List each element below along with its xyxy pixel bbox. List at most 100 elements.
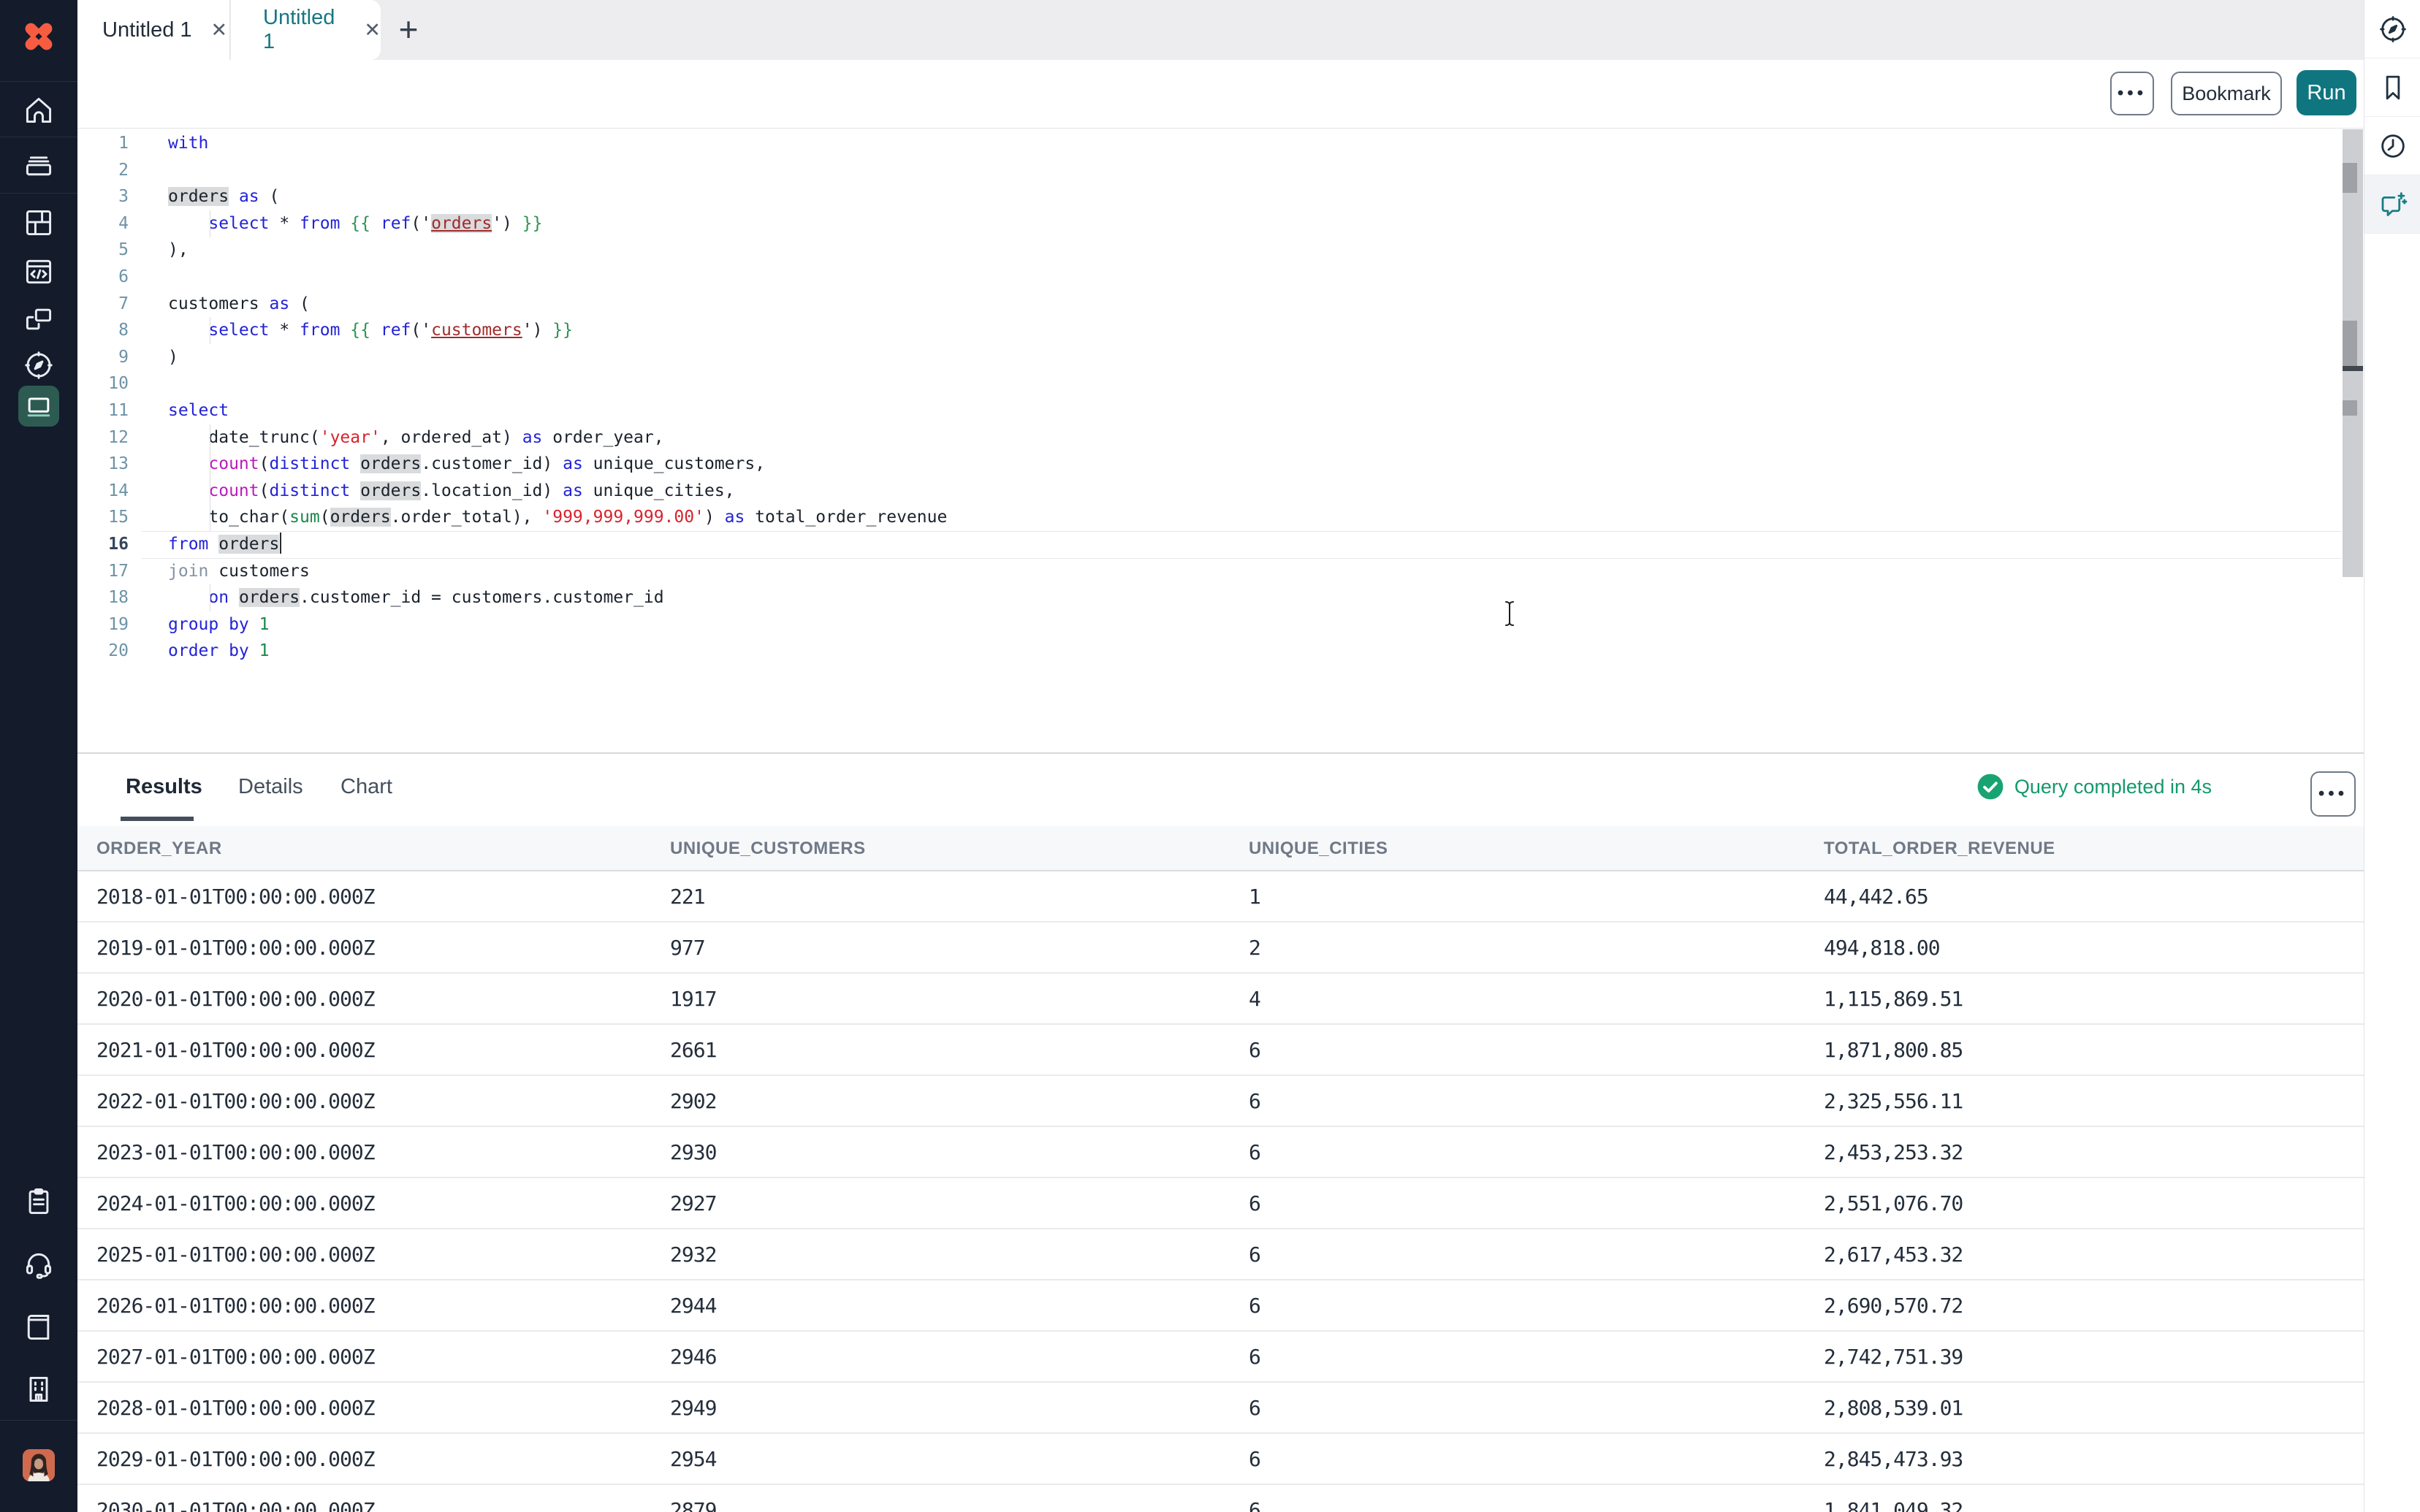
run-button[interactable]: Run bbox=[2297, 70, 2356, 115]
code-token: , ordered_at) bbox=[381, 428, 522, 447]
table-cell: 2022-01-01T00:00:00.000Z bbox=[96, 1076, 375, 1126]
tab-results[interactable]: Results bbox=[126, 754, 202, 820]
history-clock-icon[interactable] bbox=[2364, 117, 2420, 175]
sql-editor[interactable]: 1234567891011121314151617181920 withorde… bbox=[77, 129, 2364, 752]
table-row[interactable]: 2019-01-01T00:00:00.000Z9772494,818.00 bbox=[77, 923, 2364, 974]
ai-assistant-icon[interactable] bbox=[2364, 175, 2420, 234]
windows-icon[interactable] bbox=[23, 303, 55, 335]
table-cell: 494,818.00 bbox=[1824, 923, 1940, 972]
headset-support-icon[interactable] bbox=[23, 1249, 55, 1281]
table-cell: 221 bbox=[670, 871, 705, 921]
new-tab-button[interactable]: + bbox=[388, 9, 429, 50]
code-token: '999,999,999.00' bbox=[542, 508, 704, 527]
table-row[interactable]: 2023-01-01T00:00:00.000Z293062,453,253.3… bbox=[77, 1127, 2364, 1178]
code-line[interactable]: group by 1 bbox=[168, 611, 2335, 638]
code-editor-icon[interactable] bbox=[23, 256, 55, 288]
sidebar-divider bbox=[0, 1420, 77, 1421]
code-line[interactable]: select * from {{ ref('orders') }} bbox=[168, 210, 2335, 237]
code-line[interactable]: ) bbox=[168, 344, 2335, 371]
table-row[interactable]: 2018-01-01T00:00:00.000Z221144,442.65 bbox=[77, 871, 2364, 923]
code-line[interactable]: select bbox=[168, 397, 2335, 424]
column-header[interactable]: UNIQUE_CITIES bbox=[1249, 826, 1388, 871]
sidebar-divider bbox=[0, 81, 77, 82]
code-token: as bbox=[563, 454, 583, 473]
table-row[interactable]: 2024-01-01T00:00:00.000Z292762,551,076.7… bbox=[77, 1178, 2364, 1229]
clipboard-icon[interactable] bbox=[23, 1185, 55, 1218]
code-token: date_trunc( bbox=[168, 428, 320, 447]
table-cell: 44,442.65 bbox=[1824, 871, 1928, 921]
code-line[interactable]: order by 1 bbox=[168, 638, 2335, 665]
more-options-button[interactable]: ••• bbox=[2110, 72, 2154, 115]
explore-compass-icon[interactable] bbox=[2364, 0, 2420, 58]
drawer-icon[interactable] bbox=[23, 148, 55, 180]
tab-close-icon[interactable]: ✕ bbox=[211, 19, 228, 42]
code-line[interactable]: ), bbox=[168, 237, 2335, 264]
code-line[interactable]: date_trunc('year', ordered_at) as order_… bbox=[168, 424, 2335, 451]
home-icon[interactable] bbox=[23, 94, 55, 126]
tab-untitled-2[interactable]: Untitled 1 ✕ bbox=[231, 0, 381, 60]
compass-icon[interactable] bbox=[23, 349, 55, 381]
tab-details[interactable]: Details bbox=[238, 754, 303, 820]
code-line[interactable]: with bbox=[168, 130, 2335, 157]
code-token bbox=[370, 321, 381, 340]
code-line[interactable]: select * from {{ ref('customers') }} bbox=[168, 317, 2335, 344]
mouse-ibeam-cursor bbox=[1502, 600, 1518, 627]
terminal-laptop-icon[interactable] bbox=[23, 390, 55, 422]
table-cell: 1,115,869.51 bbox=[1824, 974, 1963, 1023]
code-line[interactable] bbox=[168, 157, 2335, 184]
line-number: 6 bbox=[77, 264, 129, 291]
code-line[interactable]: to_char(sum(orders.order_total), '999,99… bbox=[168, 504, 2335, 531]
bookmark-button[interactable]: Bookmark bbox=[2171, 72, 2282, 115]
column-header[interactable]: UNIQUE_CUSTOMERS bbox=[670, 826, 866, 871]
code-line[interactable]: count(distinct orders.customer_id) as un… bbox=[168, 451, 2335, 478]
table-cell: 1 bbox=[1249, 871, 1260, 921]
table-cell: 6 bbox=[1249, 1127, 1260, 1177]
tab-close-icon[interactable]: ✕ bbox=[364, 19, 381, 42]
table-row[interactable]: 2020-01-01T00:00:00.000Z191741,115,869.5… bbox=[77, 974, 2364, 1025]
table-row[interactable]: 2026-01-01T00:00:00.000Z294462,690,570.7… bbox=[77, 1280, 2364, 1332]
bookmarks-icon[interactable] bbox=[2364, 58, 2420, 117]
editor-scrollbar[interactable] bbox=[2343, 129, 2363, 577]
code-line[interactable]: on orders.customer_id = customers.custom… bbox=[168, 584, 2335, 611]
code-token: 'year' bbox=[320, 428, 381, 447]
code-token: .location_id) bbox=[421, 481, 563, 500]
results-more-button[interactable]: ••• bbox=[2310, 771, 2356, 817]
code-token bbox=[350, 454, 360, 473]
right-sidebar bbox=[2364, 0, 2420, 1512]
code-token bbox=[249, 615, 259, 634]
table-row[interactable]: 2022-01-01T00:00:00.000Z290262,325,556.1… bbox=[77, 1076, 2364, 1127]
app-logo-icon[interactable] bbox=[18, 16, 59, 57]
table-row[interactable]: 2027-01-01T00:00:00.000Z294662,742,751.3… bbox=[77, 1332, 2364, 1383]
code-line[interactable]: customers as ( bbox=[168, 291, 2335, 318]
code-token bbox=[168, 321, 208, 340]
line-number: 17 bbox=[77, 558, 129, 585]
tab-chart[interactable]: Chart bbox=[340, 754, 392, 820]
tab-untitled-1[interactable]: Untitled 1 ✕ bbox=[77, 0, 230, 60]
column-header[interactable]: TOTAL_ORDER_REVENUE bbox=[1824, 826, 2055, 871]
docs-book-icon[interactable] bbox=[23, 1311, 55, 1343]
organization-building-icon[interactable] bbox=[23, 1373, 55, 1405]
table-row[interactable]: 2028-01-01T00:00:00.000Z294962,808,539.0… bbox=[77, 1383, 2364, 1434]
code-token: as bbox=[239, 187, 259, 206]
table-cell: 4 bbox=[1249, 974, 1260, 1023]
code-line[interactable]: count(distinct orders.location_id) as un… bbox=[168, 478, 2335, 505]
query-status-text: Query completed in 4s bbox=[2014, 776, 2212, 798]
dashboard-icon[interactable] bbox=[23, 207, 55, 239]
line-number: 11 bbox=[77, 397, 129, 424]
table-row[interactable]: 2030-01-01T00:00:00.000Z287961,841,049.3… bbox=[77, 1485, 2364, 1512]
code-line[interactable] bbox=[168, 370, 2335, 397]
table-row[interactable]: 2029-01-01T00:00:00.000Z295462,845,473.9… bbox=[77, 1434, 2364, 1485]
code-token bbox=[229, 187, 239, 206]
code-line[interactable]: join customers bbox=[168, 558, 2335, 585]
column-header[interactable]: ORDER_YEAR bbox=[96, 826, 222, 871]
code-token: from bbox=[300, 214, 340, 233]
code-line[interactable]: orders as ( bbox=[168, 183, 2335, 210]
user-avatar[interactable] bbox=[23, 1449, 55, 1481]
table-cell: 6 bbox=[1249, 1332, 1260, 1381]
table-row[interactable]: 2021-01-01T00:00:00.000Z266161,871,800.8… bbox=[77, 1025, 2364, 1076]
code-token: orders bbox=[330, 508, 391, 527]
line-number: 4 bbox=[77, 210, 129, 237]
code-line[interactable] bbox=[168, 264, 2335, 291]
table-row[interactable]: 2025-01-01T00:00:00.000Z293262,617,453.3… bbox=[77, 1229, 2364, 1280]
code-line[interactable]: from orders bbox=[168, 531, 2335, 558]
